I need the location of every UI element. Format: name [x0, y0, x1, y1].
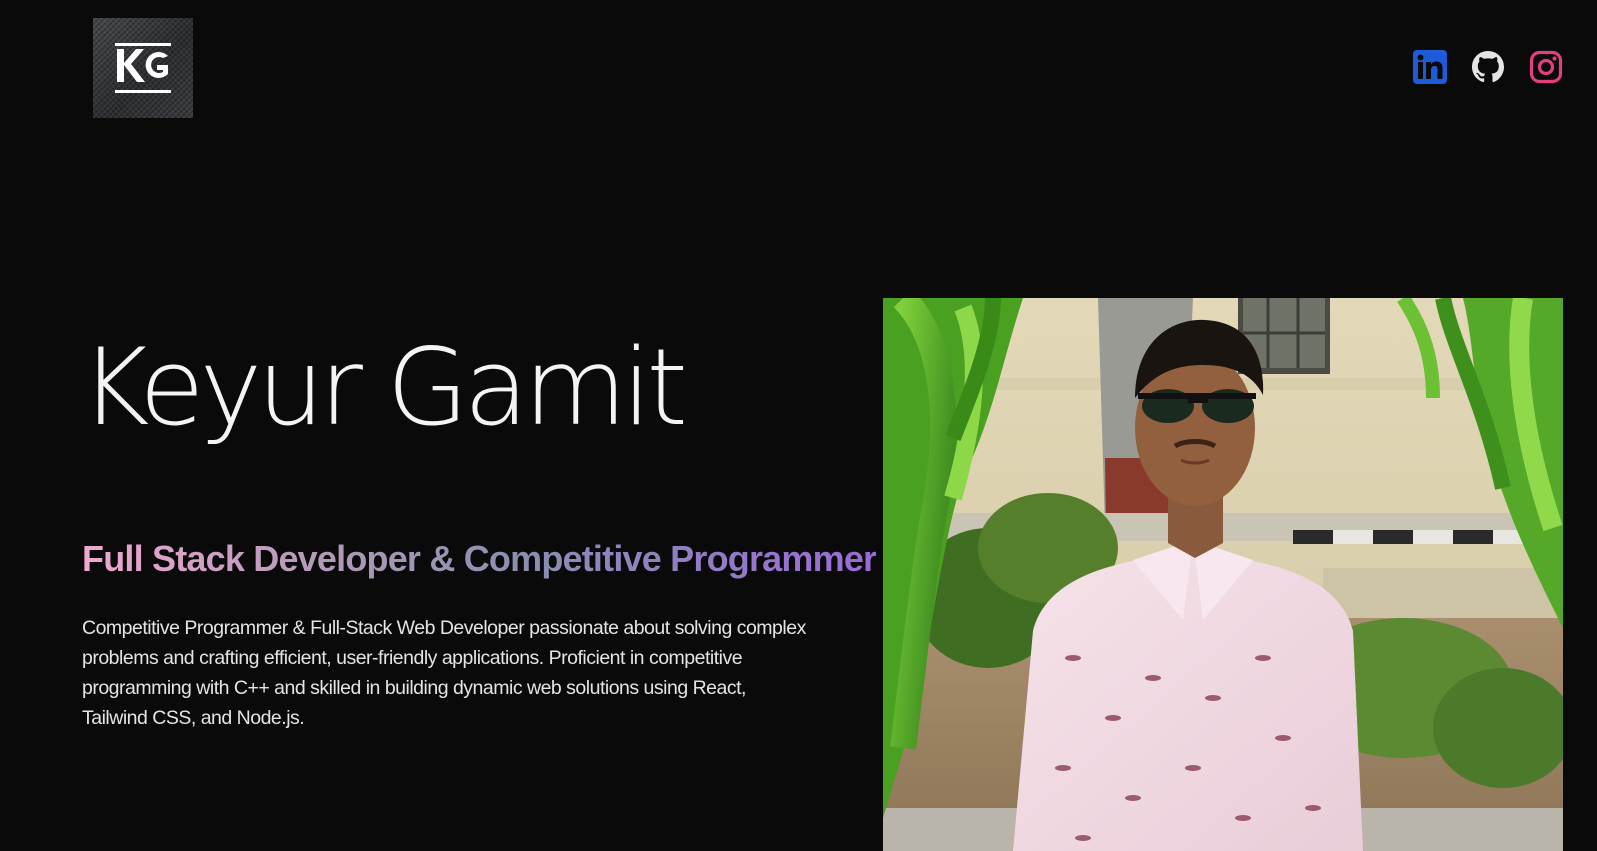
hero-bio: Competitive Programmer & Full-Stack Web …	[82, 617, 806, 729]
linkedin-icon	[1413, 50, 1447, 84]
hero-name: Keyur Gamit	[80, 326, 688, 449]
portrait-illustration	[883, 298, 1563, 851]
page: Keyur Gamit Full Stack Developer & Compe…	[0, 0, 1597, 851]
linkedin-link[interactable]	[1413, 50, 1447, 84]
instagram-link[interactable]	[1529, 50, 1563, 84]
profile-photo	[883, 298, 1563, 851]
github-icon	[1472, 51, 1504, 83]
github-link[interactable]	[1471, 50, 1505, 84]
logo[interactable]	[93, 18, 193, 118]
kg-logo-icon	[115, 43, 171, 93]
instagram-icon	[1529, 50, 1563, 84]
social-links	[1413, 50, 1563, 84]
hero-role: Full Stack Developer & Competitive Progr…	[82, 538, 877, 579]
